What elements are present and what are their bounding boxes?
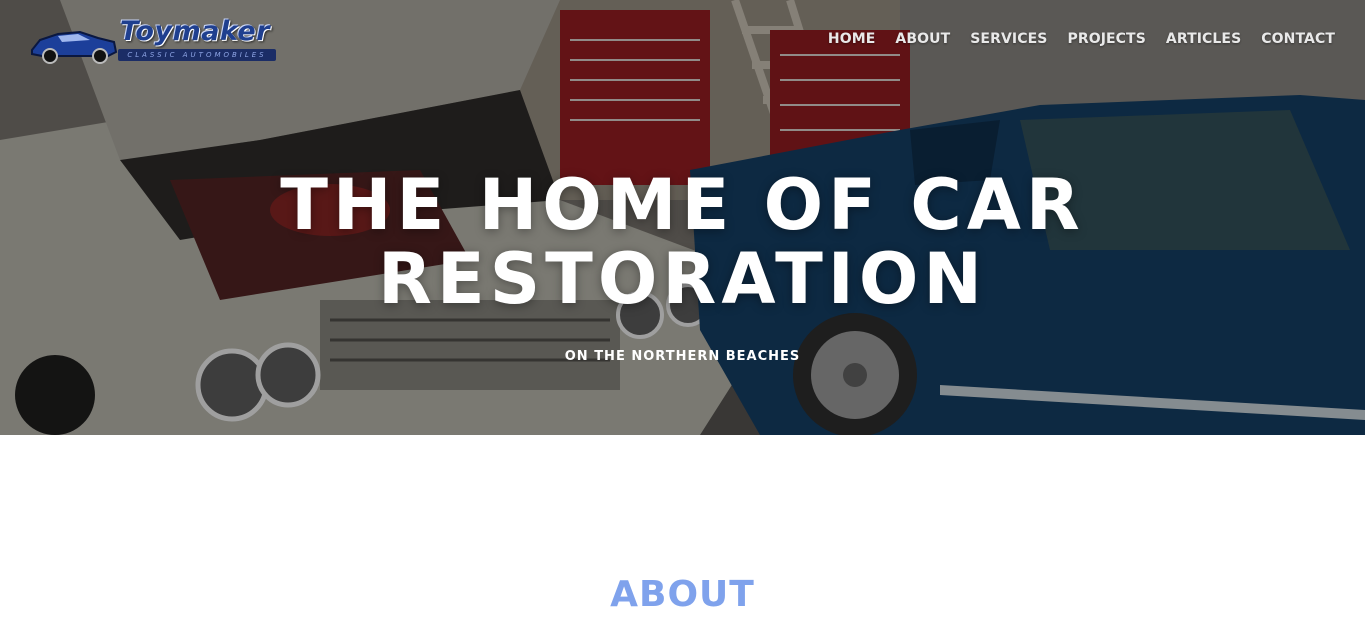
nav-contact[interactable]: CONTACT [1261,31,1335,47]
hero-subtitle: ON THE NORTHERN BEACHES [564,349,801,364]
about-heading: ABOUT [610,574,755,615]
nav-home[interactable]: HOME [828,31,876,47]
hero-title: THE HOME OF CAR RESTORATION [280,164,1085,320]
car-logo-icon [31,30,118,64]
hero-section: Toymaker CLASSIC AUTOMOBILES HOME ABOUT … [0,0,1365,435]
logo-tagline: CLASSIC AUTOMOBILES [118,49,276,61]
logo-name: Toymaker [120,16,271,47]
main-nav: HOME ABOUT SERVICES PROJECTS ARTICLES CO… [828,31,1335,47]
nav-about[interactable]: ABOUT [895,31,950,47]
nav-services[interactable]: SERVICES [970,31,1047,47]
site-logo[interactable]: Toymaker CLASSIC AUTOMOBILES [28,16,278,66]
nav-articles[interactable]: ARTICLES [1166,31,1241,47]
nav-projects[interactable]: PROJECTS [1067,31,1145,47]
